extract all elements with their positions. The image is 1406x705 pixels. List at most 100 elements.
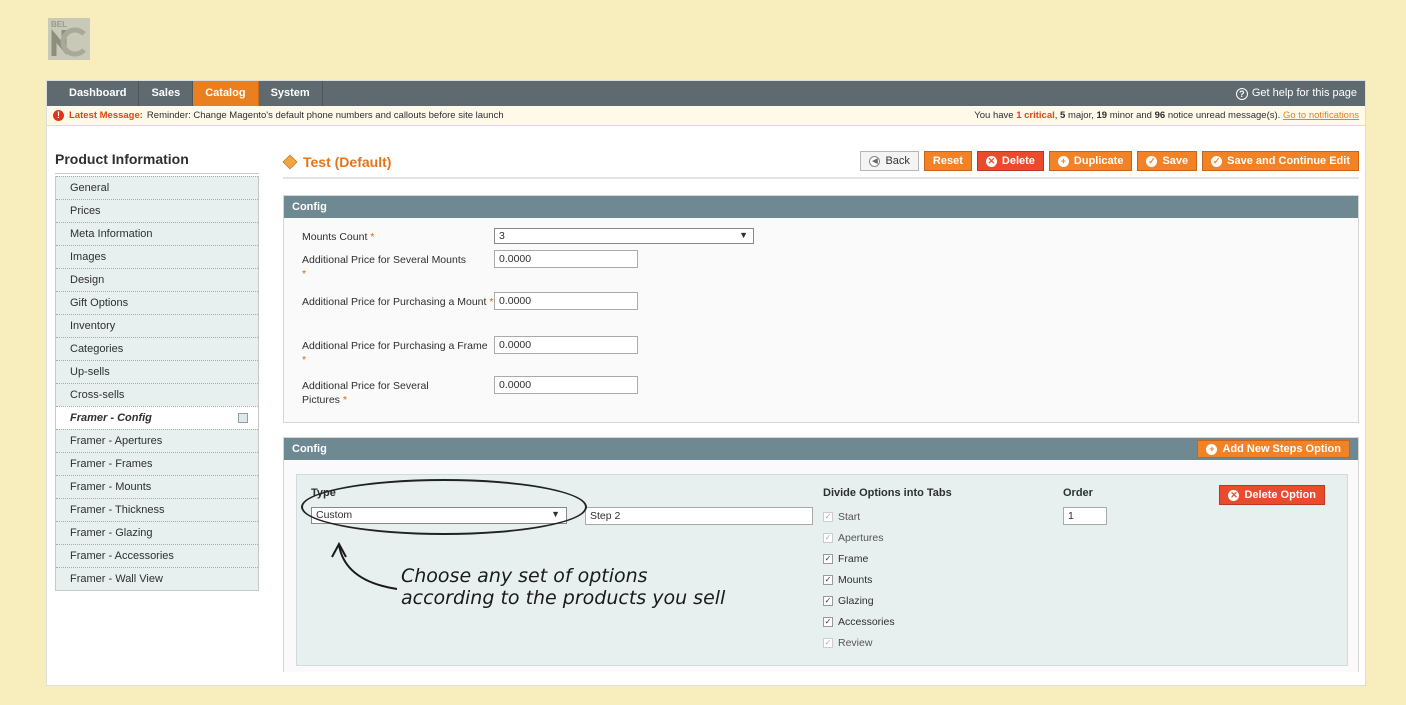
nav-catalog[interactable]: Catalog: [193, 81, 259, 106]
delete-icon: ✕: [985, 155, 997, 167]
sidebar-item-gift-options[interactable]: Gift Options: [56, 291, 258, 314]
help-icon: ?: [1235, 87, 1248, 100]
price-purchasing-frame-input[interactable]: 0.0000: [494, 336, 638, 354]
price-several-mounts-row: Additional Price for Several Mounts * 0.0…: [302, 250, 1338, 292]
nav-dashboard[interactable]: Dashboard: [47, 81, 140, 106]
sidebar-item-framer-apertures[interactable]: Framer - Apertures: [56, 429, 258, 452]
price-purchasing-mount-label: Additional Price for Purchasing a Mount …: [302, 292, 494, 309]
field-label-text: Additional Price for Purchasing a Mount: [302, 296, 487, 308]
back-button[interactable]: ◀ Back: [860, 151, 919, 171]
annotation-text: Choose any set of options according to t…: [401, 565, 725, 609]
sidebar-item-up-sells[interactable]: Up-sells: [56, 360, 258, 383]
required-mark: *: [489, 296, 494, 308]
checkbox-label: Frame: [838, 552, 869, 565]
sidebar-item-inventory[interactable]: Inventory: [56, 314, 258, 337]
plus-icon: +: [1206, 443, 1218, 455]
minor-count: 19: [1096, 110, 1108, 121]
sidebar-item-design[interactable]: Design: [56, 268, 258, 291]
tab-option-apertures: ✓ Apertures: [823, 527, 895, 548]
divide-options-list: ✓ Start ✓ Apertures ✓ Frame ✓ Mounts ✓ G…: [823, 506, 895, 653]
add-new-steps-option-button[interactable]: + Add New Steps Option: [1197, 440, 1350, 458]
delete-button[interactable]: ✕ Delete: [976, 151, 1044, 171]
sidebar-item-framer-glazing[interactable]: Framer - Glazing: [56, 521, 258, 544]
steps-config-section: Config + Add New Steps Option Type Custo…: [283, 437, 1359, 672]
price-several-pictures-row: Additional Price for Several Pictures * …: [302, 376, 1338, 412]
price-purchasing-mount-input[interactable]: 0.0000: [494, 292, 638, 310]
step-option-row: Type Custom ▼ Step 2 Divide Options into…: [296, 474, 1348, 666]
sidebar-title: Product Information: [55, 151, 259, 174]
tab-option-glazing[interactable]: ✓ Glazing: [823, 590, 895, 611]
sidebar-item-prices[interactable]: Prices: [56, 199, 258, 222]
tab-option-frame[interactable]: ✓ Frame: [823, 548, 895, 569]
price-purchasing-frame-row: Additional Price for Purchasing a Frame …: [302, 336, 1338, 376]
go-to-notifications-link[interactable]: Go to notifications: [1283, 110, 1359, 121]
reset-button[interactable]: Reset: [923, 151, 972, 171]
check-icon: ✓: [1211, 155, 1223, 167]
config-form: Mounts Count * 3 ▼ Additional Price for …: [284, 218, 1358, 422]
checkbox-label: Review: [838, 636, 873, 649]
checkbox-glazing[interactable]: ✓: [823, 595, 833, 606]
sidebar-item-framer-accessories[interactable]: Framer - Accessories: [56, 544, 258, 567]
top-nav: Dashboard Sales Catalog System ? Get hel…: [47, 81, 1365, 106]
sidebar-item-framer-frames[interactable]: Framer - Frames: [56, 452, 258, 475]
sidebar-item-framer-thickness[interactable]: Framer - Thickness: [56, 498, 258, 521]
main-content: Test (Default) ◀ Back Reset ✕ Delete + D…: [282, 151, 1359, 672]
checkbox-label: Mounts: [838, 573, 873, 586]
back-arrow-icon: ◀: [869, 155, 881, 167]
required-mark: *: [302, 268, 307, 280]
save-label: Save: [1162, 155, 1189, 167]
tab-option-mounts[interactable]: ✓ Mounts: [823, 569, 895, 590]
sidebar-item-framer-config[interactable]: Framer - Config: [56, 406, 258, 429]
nav-system[interactable]: System: [259, 81, 323, 106]
critical-count: 1 critical: [1016, 110, 1055, 121]
save-and-continue-button[interactable]: ✓ Save and Continue Edit: [1202, 151, 1359, 171]
help-link[interactable]: ? Get help for this page: [1235, 81, 1357, 106]
plus-icon: +: [1057, 155, 1069, 167]
steps-config-title: Config: [292, 443, 327, 455]
sidebar-item-framer-wall-view[interactable]: Framer - Wall View: [56, 567, 258, 590]
delete-option-button[interactable]: ✕ Delete Option: [1219, 485, 1325, 505]
checkbox-review: ✓: [823, 637, 833, 648]
checkbox-apertures: ✓: [823, 532, 833, 543]
price-several-mounts-input[interactable]: 0.0000: [494, 250, 638, 268]
steps-config-body: Type Custom ▼ Step 2 Divide Options into…: [284, 460, 1358, 672]
page-title: Test (Default): [282, 154, 391, 170]
field-label-text: Additional Price for Purchasing a Frame: [302, 340, 488, 352]
required-mark: *: [370, 231, 375, 243]
steps-config-header: Config + Add New Steps Option: [284, 438, 1358, 460]
checkbox-start: ✓: [823, 511, 833, 522]
checkbox-accessories[interactable]: ✓: [823, 616, 833, 627]
sidebar-item-general[interactable]: General: [56, 176, 258, 199]
annotation-line-2: according to the products you sell: [401, 587, 726, 609]
order-input[interactable]: 1: [1063, 507, 1107, 525]
step-name-input[interactable]: Step 2: [585, 507, 813, 525]
back-label: Back: [885, 155, 910, 167]
checkbox-label: Accessories: [838, 615, 895, 628]
check-icon: ✓: [1146, 155, 1158, 167]
config-section: Config Mounts Count * 3 ▼ Additional Pri…: [283, 195, 1359, 423]
order-label: Order: [1063, 487, 1093, 499]
price-purchasing-frame-label: Additional Price for Purchasing a Frame …: [302, 336, 494, 367]
sidebar-item-meta-information[interactable]: Meta Information: [56, 222, 258, 245]
duplicate-button[interactable]: + Duplicate: [1048, 151, 1133, 171]
checkbox-frame[interactable]: ✓: [823, 553, 833, 564]
major-text: major,: [1067, 110, 1094, 121]
nav-sales[interactable]: Sales: [139, 81, 194, 106]
required-mark: *: [302, 354, 307, 366]
price-several-pictures-input[interactable]: 0.0000: [494, 376, 638, 394]
required-mark: *: [342, 394, 347, 406]
dropdown-arrow-icon: ▼: [739, 230, 748, 240]
mounts-count-select[interactable]: 3 ▼: [494, 228, 754, 244]
checkbox-mounts[interactable]: ✓: [823, 574, 833, 585]
sidebar: Product Information General Prices Meta …: [55, 151, 259, 591]
save-button[interactable]: ✓ Save: [1137, 151, 1198, 171]
sidebar-item-categories[interactable]: Categories: [56, 337, 258, 360]
select-value: 3: [499, 230, 505, 242]
admin-app: Dashboard Sales Catalog System ? Get hel…: [46, 80, 1366, 686]
sidebar-item-cross-sells[interactable]: Cross-sells: [56, 383, 258, 406]
delete-icon: ✕: [1228, 489, 1240, 501]
sidebar-item-images[interactable]: Images: [56, 245, 258, 268]
tab-option-accessories[interactable]: ✓ Accessories: [823, 611, 895, 632]
sidebar-item-framer-mounts[interactable]: Framer - Mounts: [56, 475, 258, 498]
counts-prefix: You have: [974, 110, 1014, 121]
